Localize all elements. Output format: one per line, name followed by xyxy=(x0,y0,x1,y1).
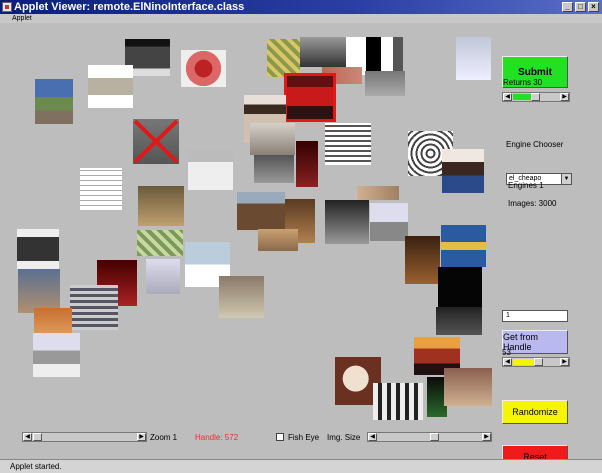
image-thumbnail[interactable] xyxy=(18,269,60,313)
returns-fill xyxy=(513,94,531,100)
close-icon[interactable]: × xyxy=(588,2,599,12)
image-thumbnail[interactable] xyxy=(300,37,350,67)
zoom-label: Zoom 1 xyxy=(150,433,178,442)
status-text: Applet started. xyxy=(10,462,62,471)
returns-slider[interactable]: ◀ ▶ xyxy=(502,92,570,102)
scroll-left-icon[interactable]: ◀ xyxy=(23,433,32,441)
image-thumbnail[interactable] xyxy=(442,149,484,193)
image-thumbnail[interactable] xyxy=(181,50,226,87)
slider2-thumb[interactable] xyxy=(534,358,543,366)
image-thumbnail[interactable] xyxy=(35,79,73,124)
applet-icon xyxy=(2,2,12,12)
image-thumbnail[interactable] xyxy=(405,236,440,284)
zoom-thumb[interactable] xyxy=(33,433,42,441)
image-thumbnail[interactable] xyxy=(370,203,408,241)
imgsize-label: Img. Size xyxy=(327,433,361,442)
image-thumbnail[interactable] xyxy=(325,200,369,244)
randomize-button[interactable]: Randomize xyxy=(502,400,568,424)
get-from-handle-button[interactable]: Get from Handle xyxy=(502,330,568,354)
image-thumbnail[interactable] xyxy=(17,229,59,269)
scroll-right-icon[interactable]: ▶ xyxy=(560,93,569,101)
scroll-left-icon[interactable]: ◀ xyxy=(368,433,377,441)
image-thumbnail[interactable] xyxy=(254,155,294,183)
image-thumbnail[interactable] xyxy=(146,259,180,294)
image-thumbnail[interactable] xyxy=(80,168,122,210)
image-thumbnail[interactable] xyxy=(373,383,423,420)
window-title: Applet Viewer: remote.ElNinoInterface.cl… xyxy=(14,1,245,13)
scroll-right-icon[interactable]: ▶ xyxy=(137,433,146,441)
images-count: Images: 3000 xyxy=(508,199,557,208)
image-thumbnail[interactable] xyxy=(325,123,371,165)
image-thumbnail[interactable] xyxy=(258,229,298,251)
minimize-icon[interactable]: _ xyxy=(562,2,573,12)
image-thumbnail[interactable] xyxy=(133,119,179,164)
scroll-left-icon[interactable]: ◀ xyxy=(503,358,512,366)
image-thumbnail[interactable] xyxy=(250,123,295,155)
image-thumbnail[interactable] xyxy=(456,37,491,80)
slider2-label: 53 xyxy=(502,348,511,357)
title-bar: Applet Viewer: remote.ElNinoInterface.cl… xyxy=(0,0,602,14)
image-thumbnail[interactable] xyxy=(393,37,403,74)
returns-label: Returns 30 xyxy=(503,78,543,87)
image-thumbnail[interactable] xyxy=(33,333,80,377)
image-thumbnail[interactable] xyxy=(138,186,184,226)
size-slider[interactable]: ◀ ▶ xyxy=(502,357,570,367)
engines-count: Engines 1 xyxy=(508,181,544,190)
zoom-slider[interactable]: ◀ ▶ xyxy=(22,432,147,442)
imgsize-slider[interactable]: ◀ ▶ xyxy=(367,432,492,442)
status-bar: Applet started. xyxy=(0,459,602,473)
slider2-fill xyxy=(513,359,534,365)
image-thumbnail[interactable] xyxy=(267,39,300,77)
cross-mark-icon xyxy=(133,119,179,164)
imgsize-thumb[interactable] xyxy=(430,433,439,441)
handle-text: Handle: 572 xyxy=(195,433,239,442)
menu-bar: Applet xyxy=(0,14,602,23)
image-thumbnail[interactable] xyxy=(70,285,118,330)
image-canvas[interactable]: Submit Returns 30 ◀ ▶ Engine Chooser el_… xyxy=(0,23,602,469)
returns-thumb[interactable] xyxy=(531,93,540,101)
image-thumbnail[interactable] xyxy=(441,225,486,267)
fisheye-checkbox[interactable] xyxy=(276,433,284,441)
scroll-right-icon[interactable]: ▶ xyxy=(482,433,491,441)
image-thumbnail[interactable] xyxy=(88,65,133,108)
maximize-icon[interactable]: □ xyxy=(575,2,586,12)
image-thumbnail[interactable] xyxy=(357,186,399,200)
image-thumbnail[interactable] xyxy=(296,141,318,187)
engine-chooser-label: Engine Chooser xyxy=(506,140,564,149)
image-thumbnail[interactable] xyxy=(444,368,492,406)
chevron-down-icon[interactable]: ▼ xyxy=(561,174,571,184)
fisheye-label: Fish Eye xyxy=(288,433,320,442)
selected-image[interactable] xyxy=(284,73,336,122)
image-thumbnail[interactable] xyxy=(436,307,482,335)
handle-input[interactable]: 1 xyxy=(502,310,568,322)
image-thumbnail[interactable] xyxy=(188,150,233,190)
scroll-left-icon[interactable]: ◀ xyxy=(503,93,512,101)
image-thumbnail[interactable] xyxy=(365,71,405,96)
image-thumbnail[interactable] xyxy=(438,267,482,307)
menu-applet[interactable]: Applet xyxy=(12,15,32,22)
image-thumbnail[interactable] xyxy=(237,192,285,230)
scroll-right-icon[interactable]: ▶ xyxy=(560,358,569,366)
image-thumbnail[interactable] xyxy=(137,230,183,256)
image-thumbnail[interactable] xyxy=(219,276,264,318)
